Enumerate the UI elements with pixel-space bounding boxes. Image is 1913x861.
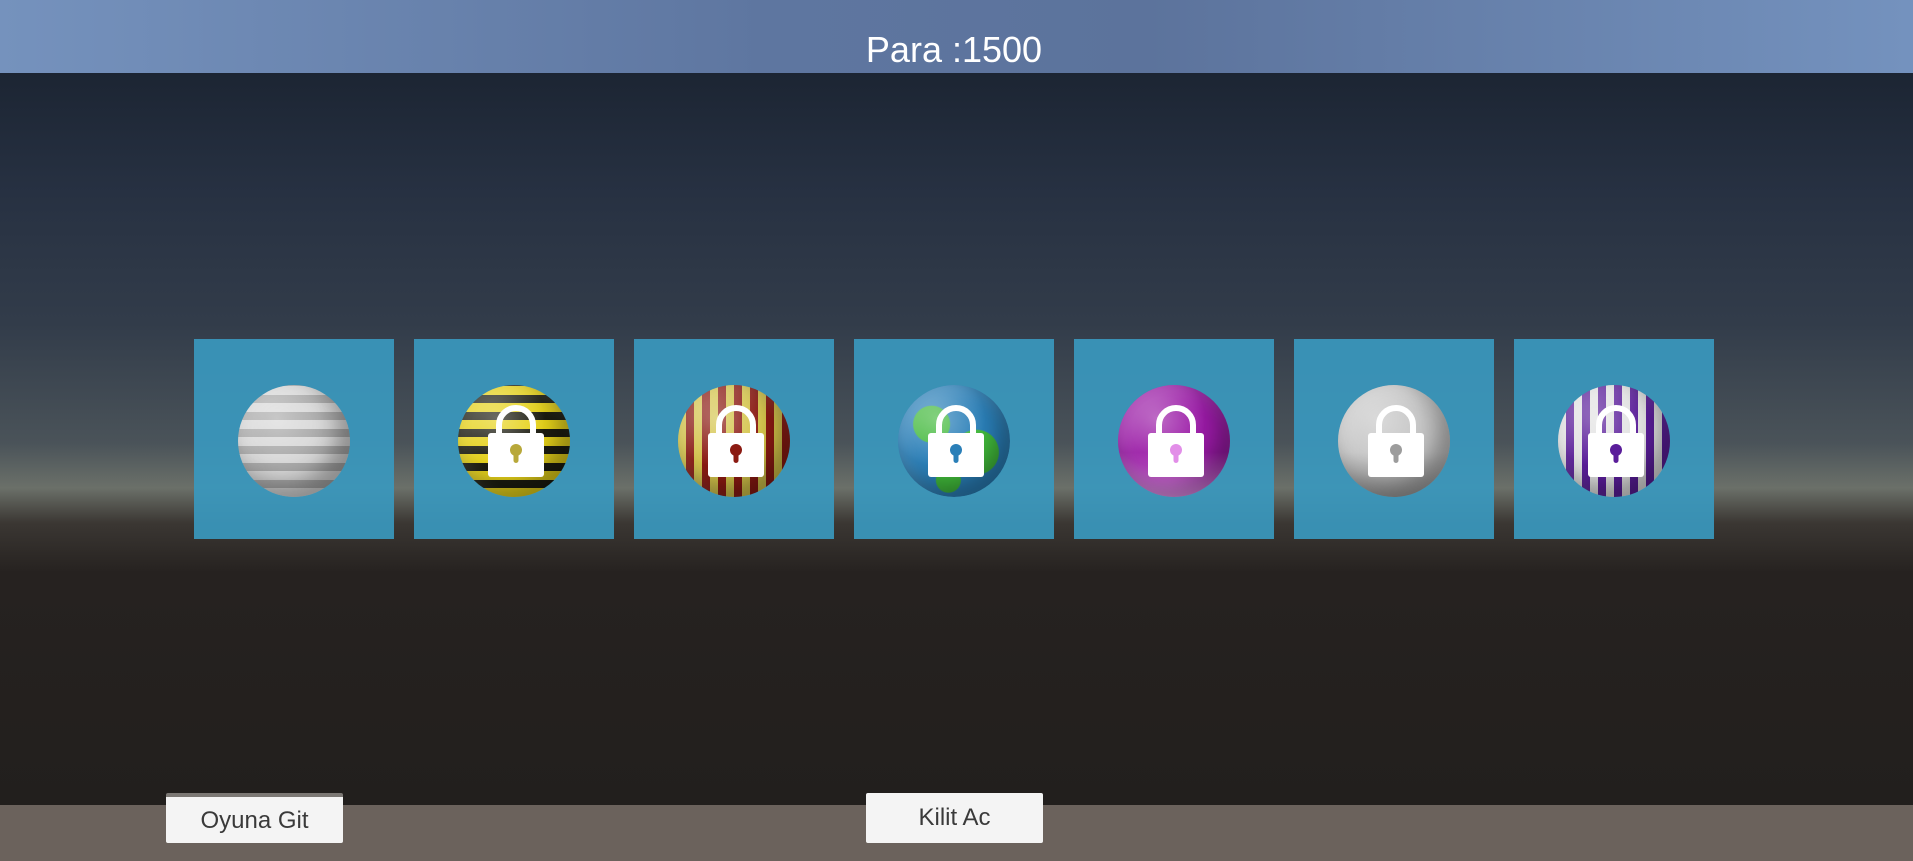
money-counter: Para :1500 (865, 29, 1043, 70)
padlock-icon (706, 399, 766, 479)
ball-slot-5[interactable] (1074, 339, 1274, 539)
padlock-icon (1366, 399, 1426, 479)
ball-slot-4[interactable] (854, 339, 1054, 539)
padlock-icon (1586, 399, 1646, 479)
ball-slot-6[interactable] (1294, 339, 1494, 539)
ball-slot-2[interactable] (414, 339, 614, 539)
padlock-icon (926, 399, 986, 479)
ball-slot-3[interactable] (634, 339, 834, 539)
padlock-icon (486, 399, 546, 479)
padlock-icon (1146, 399, 1206, 479)
ball-slot-1[interactable] (194, 339, 394, 539)
unlock-button[interactable]: Kilit Ac (866, 793, 1043, 843)
silver-striped-ball (238, 385, 350, 497)
ball-slot-7[interactable] (1514, 339, 1714, 539)
go-to-game-button[interactable]: Oyuna Git (166, 793, 343, 843)
